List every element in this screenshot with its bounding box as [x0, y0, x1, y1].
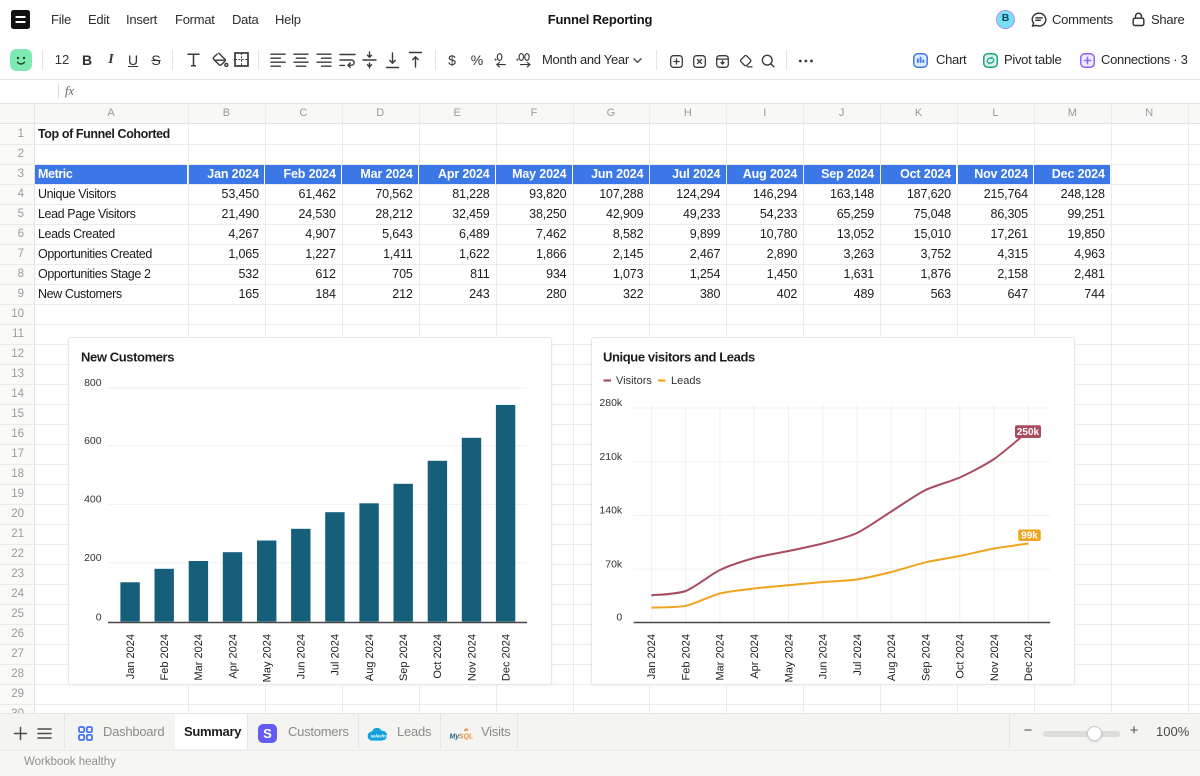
- svg-text:Aug 2024: Aug 2024: [364, 634, 376, 681]
- svg-text:Dec 2024: Dec 2024: [500, 634, 512, 681]
- svg-text:Sep 2024: Sep 2024: [398, 634, 410, 681]
- svg-text:210k: 210k: [599, 451, 623, 463]
- svg-text:Apr 2024: Apr 2024: [749, 634, 761, 679]
- svg-text:600: 600: [84, 435, 102, 447]
- svg-text:Aug 2024: Aug 2024: [886, 634, 898, 681]
- svg-text:Jul 2024: Jul 2024: [852, 634, 864, 676]
- svg-text:Dec 2024: Dec 2024: [1023, 634, 1035, 681]
- svg-text:250k: 250k: [1017, 427, 1040, 438]
- svg-text:Jan 2024: Jan 2024: [646, 634, 658, 679]
- svg-text:Oct 2024: Oct 2024: [955, 634, 967, 679]
- svg-text:Unique visitors and Leads: Unique visitors and Leads: [603, 350, 755, 365]
- svg-text:0: 0: [616, 612, 622, 624]
- svg-text:Jun 2024: Jun 2024: [296, 634, 308, 679]
- svg-text:200: 200: [84, 552, 102, 564]
- svg-text:Feb 2024: Feb 2024: [159, 634, 171, 680]
- svg-text:May 2024: May 2024: [783, 634, 795, 682]
- svg-text:Leads: Leads: [671, 375, 701, 387]
- svg-text:400: 400: [84, 494, 102, 506]
- svg-text:70k: 70k: [605, 558, 623, 570]
- svg-text:140k: 140k: [599, 505, 623, 517]
- svg-text:Oct 2024: Oct 2024: [432, 634, 444, 679]
- svg-text:0: 0: [96, 612, 102, 624]
- svg-text:280k: 280k: [599, 397, 623, 409]
- svg-text:800: 800: [84, 377, 102, 389]
- svg-text:Feb 2024: Feb 2024: [681, 634, 693, 680]
- svg-text:Nov 2024: Nov 2024: [466, 634, 478, 681]
- svg-text:SQL: SQL: [459, 734, 473, 741]
- svg-text:Sep 2024: Sep 2024: [920, 634, 932, 681]
- svg-text:Apr 2024: Apr 2024: [227, 634, 239, 679]
- svg-text:Mar 2024: Mar 2024: [193, 634, 205, 680]
- svg-text:May 2024: May 2024: [262, 634, 274, 682]
- svg-text:Visitors: Visitors: [616, 375, 652, 387]
- svg-text:Jan 2024: Jan 2024: [125, 634, 137, 679]
- svg-text:Jul 2024: Jul 2024: [330, 634, 342, 676]
- svg-text:Nov 2024: Nov 2024: [989, 634, 1001, 681]
- svg-text:New Customers: New Customers: [81, 350, 174, 365]
- svg-text:99k: 99k: [1021, 531, 1038, 542]
- svg-text:Jun 2024: Jun 2024: [818, 634, 830, 679]
- svg-text:salesforce: salesforce: [371, 734, 388, 739]
- svg-text:Mar 2024: Mar 2024: [715, 634, 727, 680]
